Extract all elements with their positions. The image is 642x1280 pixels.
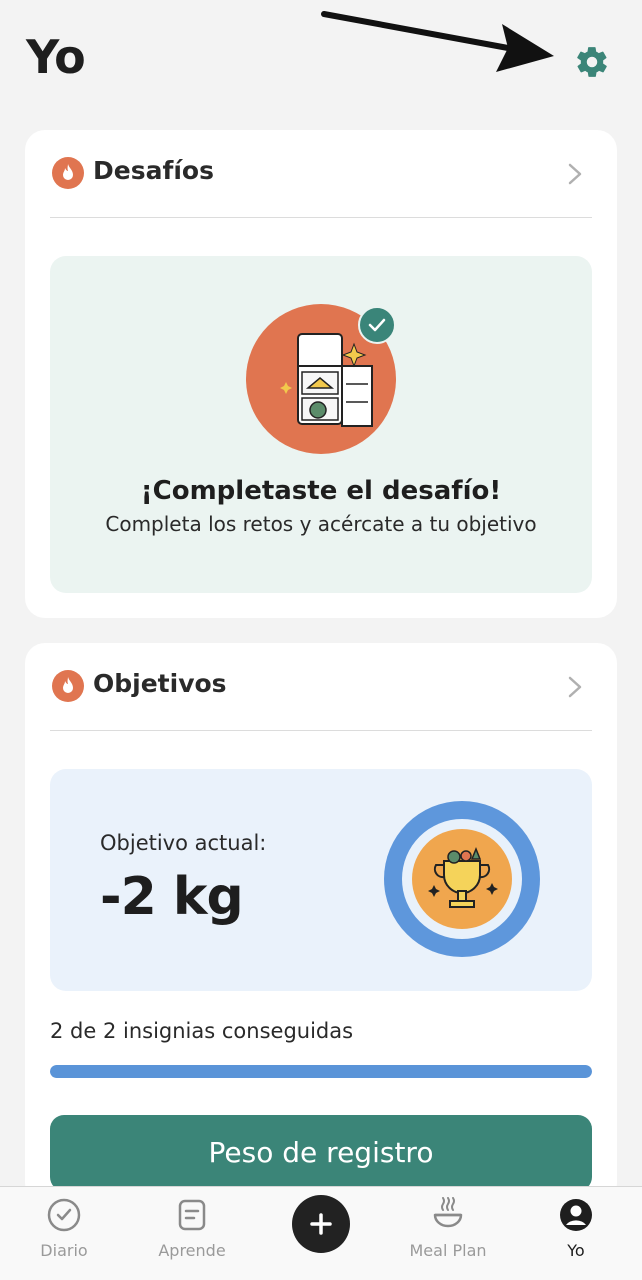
tab-meal-plan-label: Meal Plan <box>409 1241 487 1260</box>
challenges-card: Desafíos ¡Completaste el desafío! Comple… <box>25 130 617 618</box>
tab-diario[interactable]: Diario <box>0 1187 128 1280</box>
current-goal-panel: Objetivo actual: -2 kg <box>50 769 592 991</box>
challenges-title: Desafíos <box>93 156 214 185</box>
tab-yo[interactable]: Yo <box>512 1187 640 1280</box>
badges-progress-fill <box>50 1065 592 1078</box>
check-badge-icon <box>358 306 396 344</box>
page-title: Yo <box>26 30 86 84</box>
add-button[interactable] <box>292 1195 350 1253</box>
divider <box>50 730 592 731</box>
badges-progress-bar <box>50 1065 592 1078</box>
tab-meal-plan[interactable]: Meal Plan <box>384 1187 512 1280</box>
challenge-completed-panel: ¡Completaste el desafío! Completa los re… <box>50 256 592 593</box>
check-circle-icon <box>47 1198 81 1232</box>
goals-header[interactable]: Objetivos <box>25 643 617 731</box>
tab-aprende[interactable]: Aprende <box>128 1187 256 1280</box>
goals-title: Objetivos <box>93 669 227 698</box>
chevron-right-icon <box>568 163 582 185</box>
header: Yo <box>0 0 642 120</box>
current-goal-label: Objetivo actual: <box>100 831 267 855</box>
flame-icon <box>52 670 84 702</box>
challenge-completed-subtitle: Completa los retos y acércate a tu objet… <box>105 512 537 536</box>
flame-icon <box>52 157 84 189</box>
tab-diario-label: Diario <box>40 1241 88 1260</box>
current-goal-value: -2 kg <box>100 867 244 927</box>
goals-card: Objetivos Objetivo actual: -2 kg 2 de 2 … <box>25 643 617 1203</box>
tab-aprende-label: Aprende <box>158 1241 226 1260</box>
chevron-right-icon <box>568 676 582 698</box>
profile-icon <box>560 1199 592 1231</box>
divider <box>50 217 592 218</box>
note-icon <box>178 1199 206 1231</box>
bowl-icon <box>433 1197 463 1228</box>
badges-progress-text: 2 de 2 insignias conseguidas <box>50 1019 354 1043</box>
arrow-annotation-icon <box>321 11 554 72</box>
plus-icon <box>310 1213 332 1235</box>
gear-icon[interactable] <box>574 44 610 80</box>
trophy-badge-icon <box>384 801 540 957</box>
tab-yo-label: Yo <box>567 1241 585 1260</box>
challenge-completed-title: ¡Completaste el desafío! <box>140 476 502 506</box>
challenges-header[interactable]: Desafíos <box>25 130 617 218</box>
log-weight-button[interactable]: Peso de registro <box>50 1115 592 1191</box>
bottom-tab-bar: Diario Aprende Meal Plan Yo <box>0 1186 642 1280</box>
